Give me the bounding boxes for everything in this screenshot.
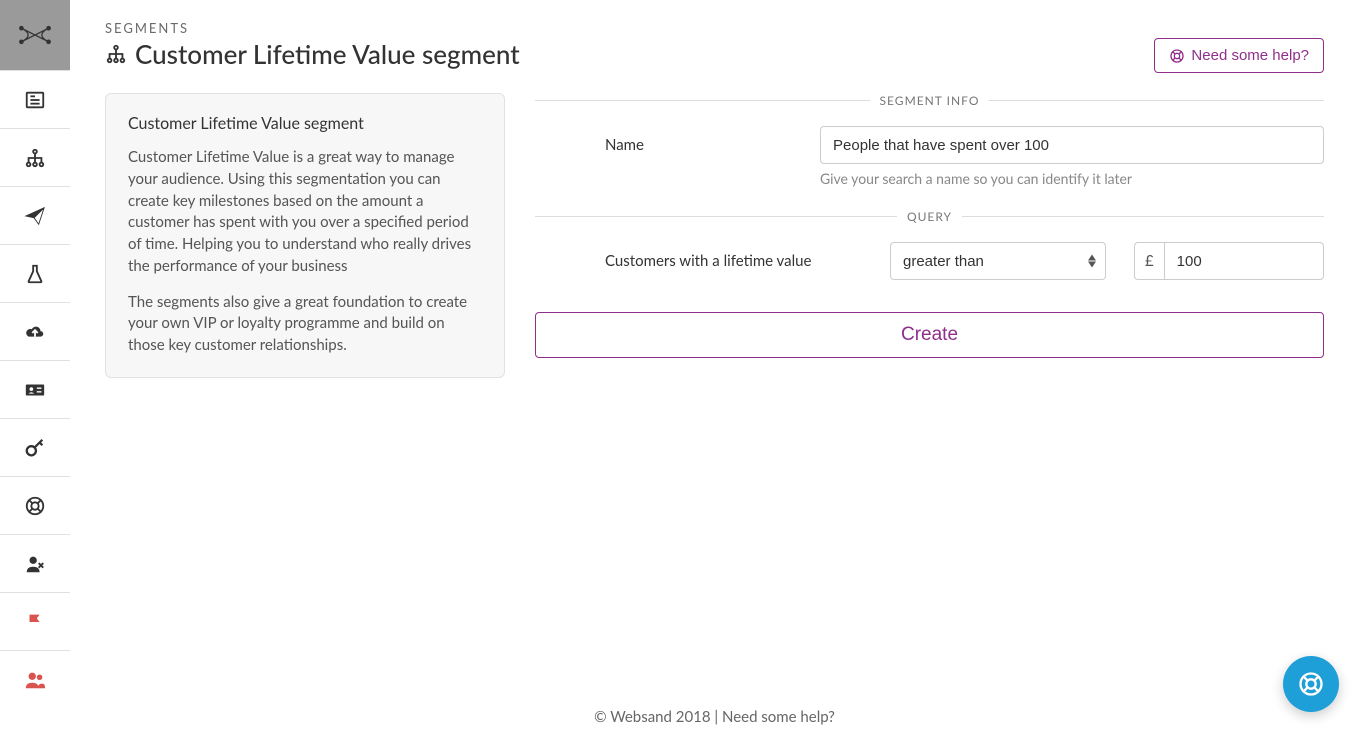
currency-symbol: £ [1134, 242, 1164, 280]
main-content: SEGMENTS Customer Lifetime Value segment [70, 0, 1359, 738]
users-icon [24, 669, 46, 691]
comparator-select[interactable]: greater than [890, 242, 1106, 280]
flask-icon [24, 263, 46, 285]
nav-send[interactable] [0, 186, 70, 244]
nav-experiments[interactable] [0, 244, 70, 302]
id-card-icon [24, 379, 46, 401]
info-card-title: Customer Lifetime Value segment [128, 114, 482, 133]
cloud-upload-icon [24, 321, 46, 343]
user-x-icon [24, 553, 46, 575]
nav-flag[interactable] [0, 592, 70, 650]
breadcrumb: SEGMENTS [105, 20, 520, 36]
flag-icon [24, 611, 46, 633]
life-ring-icon [24, 495, 46, 517]
help-button[interactable]: Need some help? [1154, 38, 1324, 73]
info-card-paragraph-2: The segments also give a great foundatio… [128, 292, 482, 357]
nav-cards[interactable] [0, 360, 70, 418]
sidebar [0, 0, 70, 738]
sitemap-icon [24, 147, 46, 169]
footer: © Websand 2018 | Need some help? [70, 692, 1359, 738]
nav-support[interactable] [0, 476, 70, 534]
key-icon [24, 437, 46, 459]
name-input[interactable] [820, 126, 1324, 164]
life-ring-icon [1297, 670, 1325, 698]
nav-dashboard[interactable] [0, 70, 70, 128]
create-button[interactable]: Create [535, 312, 1324, 358]
life-ring-icon [1169, 48, 1185, 64]
nav-team[interactable] [0, 650, 70, 708]
query-legend: QUERY [897, 209, 962, 224]
name-label: Name [535, 126, 800, 154]
nav-logo[interactable] [0, 0, 70, 70]
nav-uploads[interactable] [0, 302, 70, 360]
segment-info-legend: SEGMENT INFO [870, 93, 990, 108]
query-fieldset: QUERY Customers with a lifetime value gr… [535, 209, 1324, 302]
nav-keys[interactable] [0, 418, 70, 476]
name-hint: Give your search a name so you can ident… [820, 170, 1324, 187]
paper-plane-icon [24, 205, 46, 227]
nav-remove-user[interactable] [0, 534, 70, 592]
page-title-text: Customer Lifetime Value segment [135, 38, 520, 70]
help-button-label: Need some help? [1191, 47, 1309, 64]
nav-segments[interactable] [0, 128, 70, 186]
page-title: Customer Lifetime Value segment [105, 38, 520, 70]
sitemap-icon [105, 43, 127, 65]
segment-info-fieldset: SEGMENT INFO Name Give your search a nam… [535, 93, 1324, 209]
logo-icon [18, 18, 52, 52]
info-card-paragraph-1: Customer Lifetime Value is a great way t… [128, 147, 482, 278]
newspaper-icon [24, 89, 46, 111]
query-field-label: Customers with a lifetime value [535, 242, 870, 270]
info-card: Customer Lifetime Value segment Customer… [105, 93, 505, 378]
amount-input[interactable] [1164, 242, 1324, 280]
help-fab[interactable] [1283, 656, 1339, 712]
